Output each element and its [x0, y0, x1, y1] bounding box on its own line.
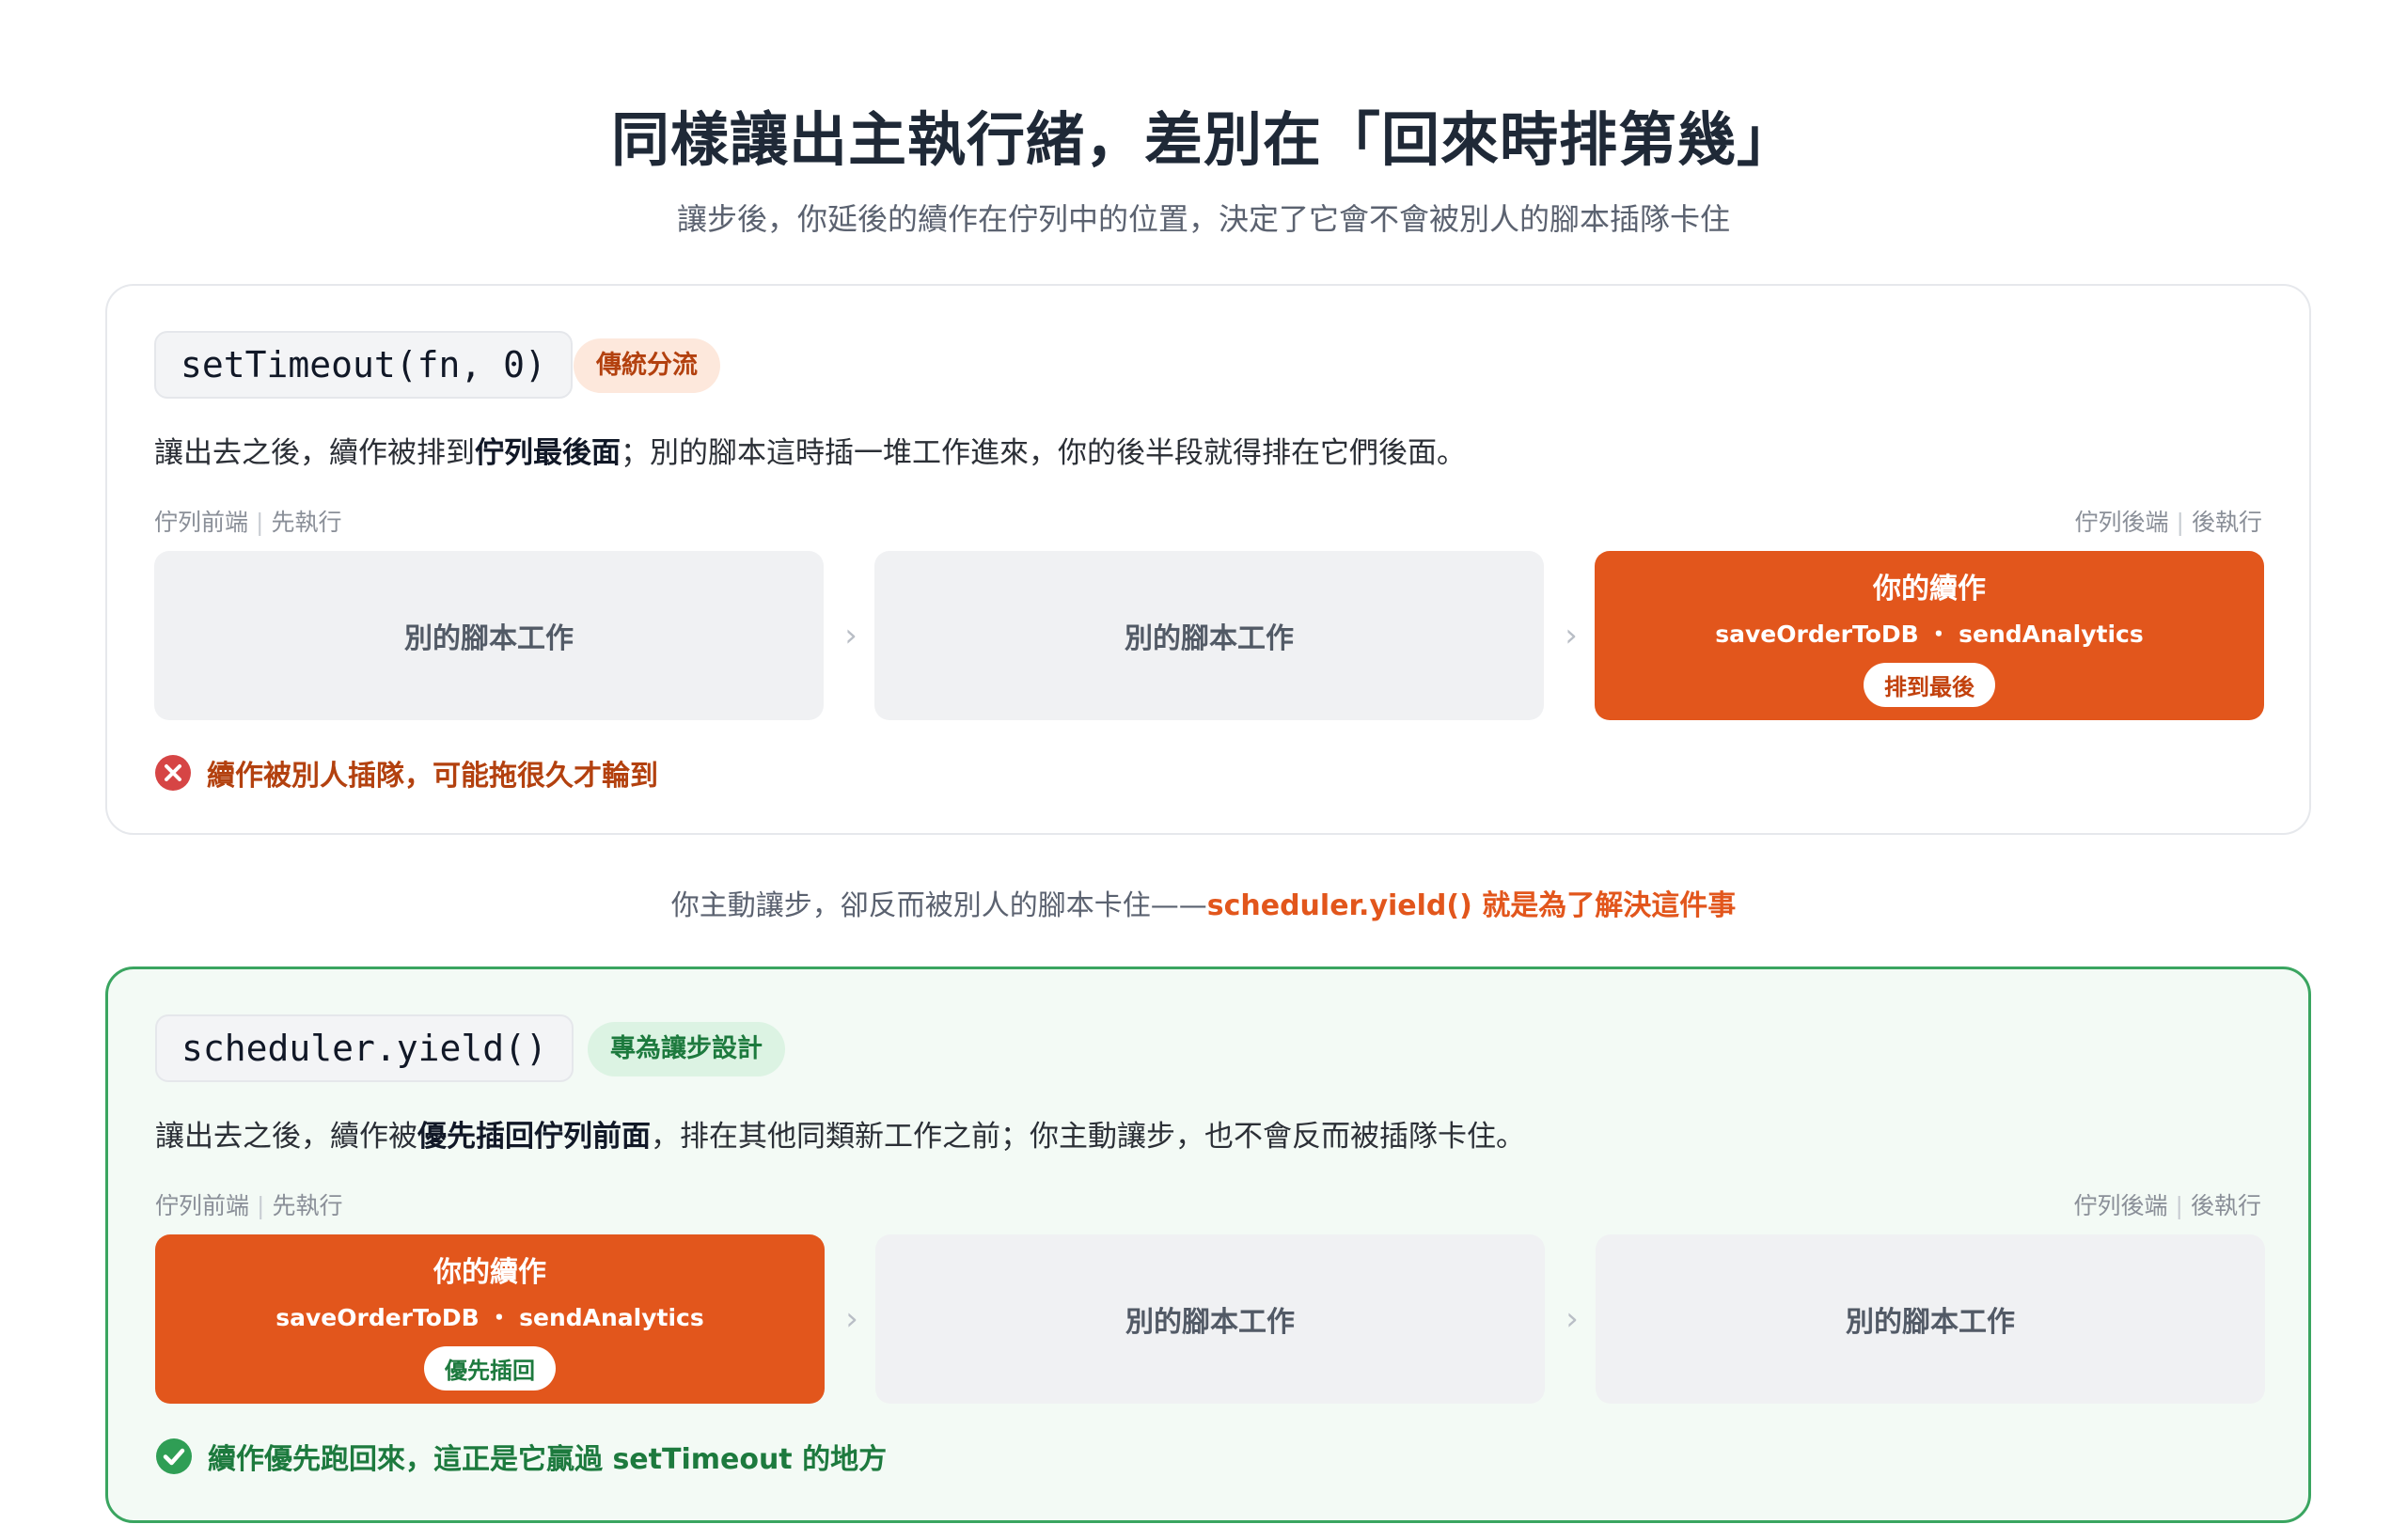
queue-back-text: 佇列後端 — [2073, 1192, 2168, 1219]
axis-separator: | — [257, 1192, 265, 1219]
other-task-label: 別的腳本工作 — [404, 622, 574, 655]
settimeout-card: setTimeout(fn, 0) 傳統分流 讓出去之後，續作被排到佇列最後面；… — [105, 284, 2311, 835]
runs-first-text: 先執行 — [272, 1192, 343, 1219]
desc-pre: 讓出去之後，續作被 — [155, 1120, 417, 1154]
queue-front-label: 佇列前端 | 先執行 — [155, 1187, 342, 1221]
scheduler-yield-code-chip: scheduler.yield() — [155, 1014, 574, 1082]
placed-last-badge: 排到最後 — [1864, 662, 1995, 707]
other-task-label: 別的腳本工作 — [1125, 622, 1294, 655]
queue-slot-other-task: 別的腳本工作 — [874, 551, 1544, 720]
continuation-functions: saveOrderToDB ・ sendAnalytics — [275, 1303, 704, 1331]
axis-separator: | — [256, 509, 264, 536]
chevron-right-icon: › — [844, 617, 857, 654]
queue-slot-your-continuation: 你的續作 saveOrderToDB ・ sendAnalytics 優先插回 — [155, 1234, 825, 1404]
error-x-icon — [155, 755, 191, 791]
chevron-right-icon: › — [845, 1300, 858, 1338]
bridge-highlight: scheduler.yield() 就是為了解決這件事 — [1206, 889, 1737, 922]
settimeout-code-chip: setTimeout(fn, 0) — [154, 331, 573, 399]
desc-bold: 佇列最後面 — [475, 436, 621, 470]
queue-back-label: 佇列後端 | 後執行 — [2075, 504, 2262, 538]
desc-pre: 讓出去之後，續作被排到 — [154, 436, 475, 470]
runs-later-text: 後執行 — [2190, 1192, 2261, 1219]
continuation-title: 你的續作 — [433, 1255, 546, 1289]
settimeout-description: 讓出去之後，續作被排到佇列最後面；別的腳本這時插一堆工作進來，你的後半段就得排在… — [154, 429, 1466, 471]
queue-slot-other-task: 別的腳本工作 — [154, 551, 824, 720]
bridge-caption: 你主動讓步，卻反而被別人的腳本卡住——scheduler.yield() 就是為… — [0, 882, 2407, 923]
priority-reinsert-badge: 優先插回 — [424, 1345, 556, 1391]
other-task-label: 別的腳本工作 — [1125, 1306, 1295, 1339]
desc-bold: 優先插回佇列前面 — [417, 1120, 651, 1154]
queue-back-text: 佇列後端 — [2074, 509, 2169, 536]
check-circle-icon — [156, 1438, 192, 1474]
queue-front-text: 佇列前端 — [155, 1192, 250, 1219]
desc-post: ；別的腳本這時插一堆工作進來，你的後半段就得排在它們後面。 — [621, 436, 1466, 470]
queue-slot-other-task: 別的腳本工作 — [875, 1234, 1545, 1404]
runs-later-text: 後執行 — [2191, 509, 2262, 536]
chevron-right-icon: › — [1565, 1300, 1579, 1338]
traditional-tag: 傳統分流 — [574, 338, 720, 393]
scheduler-yield-card: scheduler.yield() 專為讓步設計 讓出去之後，續作被優先插回佇列… — [105, 966, 2311, 1523]
continuation-functions: saveOrderToDB ・ sendAnalytics — [1715, 620, 2144, 648]
runs-first-text: 先執行 — [271, 509, 342, 536]
page-subtitle: 讓步後，你延後的續作在佇列中的位置，決定了它會不會被別人的腳本插隊卡住 — [676, 201, 1730, 237]
continuation-title: 你的續作 — [1873, 572, 1986, 605]
queue-front-text: 佇列前端 — [154, 509, 249, 536]
scheduler-yield-result: 續作優先跑回來，這正是它贏過 setTimeout 的地方 — [155, 1436, 887, 1477]
desc-post: ，排在其他同類新工作之前；你主動讓步，也不會反而被插隊卡住。 — [651, 1120, 1525, 1154]
result-text: 續作優先跑回來，這正是它贏過 setTimeout 的地方 — [208, 1443, 888, 1476]
axis-separator: | — [2176, 509, 2184, 536]
result-text: 續作被別人插隊，可能拖很久才輪到 — [207, 760, 658, 793]
queue-slot-other-task: 別的腳本工作 — [1596, 1234, 2265, 1404]
settimeout-result: 續作被別人插隊，可能拖很久才輪到 — [154, 752, 658, 794]
queue-front-label: 佇列前端 | 先執行 — [154, 504, 341, 538]
axis-separator: | — [2175, 1192, 2183, 1219]
scheduler-yield-description: 讓出去之後，續作被優先插回佇列前面，排在其他同類新工作之前；你主動讓步，也不會反… — [155, 1112, 1525, 1155]
bridge-text: 你主動讓步，卻反而被別人的腳本卡住—— — [670, 889, 1207, 922]
queue-back-label: 佇列後端 | 後執行 — [2074, 1187, 2261, 1221]
other-task-label: 別的腳本工作 — [1846, 1306, 2015, 1339]
queue-slot-your-continuation: 你的續作 saveOrderToDB ・ sendAnalytics 排到最後 — [1595, 551, 2264, 720]
page-title: 同樣讓出主執行緒，差別在「回來時排第幾」 — [610, 105, 1796, 174]
chevron-right-icon: › — [1565, 617, 1578, 654]
designed-for-yield-tag: 專為讓步設計 — [588, 1022, 785, 1076]
